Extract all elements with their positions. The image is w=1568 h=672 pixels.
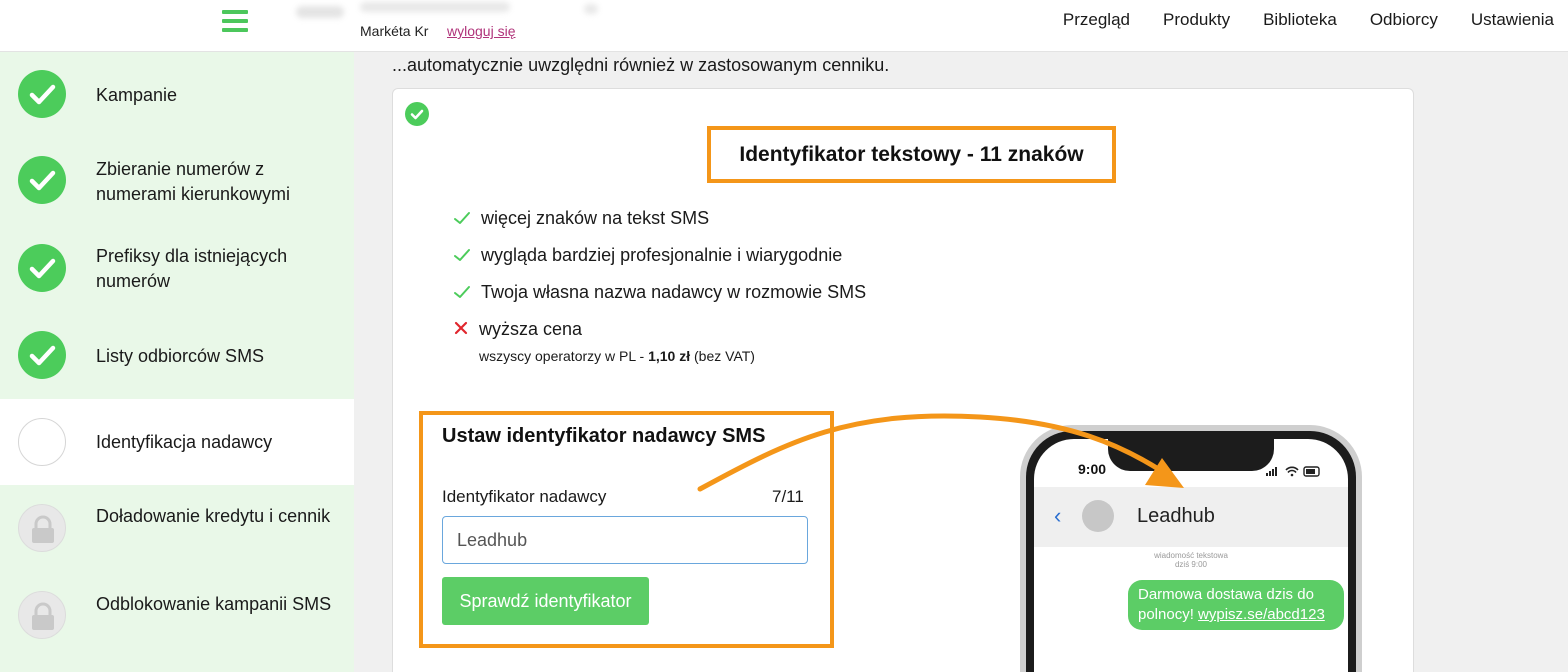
check-icon [18,156,66,204]
lock-icon [18,504,66,552]
intro-text: ...automatycznie uwzględni również w zas… [392,55,890,75]
sidebar-item-label: Identyfikacja nadawcy [96,432,273,452]
message-bubble: Darmowa dostawa dzis do polnocy! wypisz.… [1128,580,1344,630]
sidebar-item-listy[interactable]: Listy odbiorców SMS [0,313,354,399]
logout-link[interactable]: wyloguj się [447,23,515,39]
feature-text: wygląda bardziej profesjonalnie i wiaryg… [481,245,843,265]
check-icon [18,70,66,118]
menu-icon[interactable] [222,10,248,32]
user-name: Markéta Kr [360,23,429,39]
phone-notch [1108,439,1274,471]
avatar [1082,500,1114,532]
nav-odbiorcy[interactable]: Odbiorcy [1370,10,1438,30]
sender-id-label: Identyfikator nadawcy [442,487,607,506]
sidebar-item-zbieranie[interactable]: Zbieranie numerów z numerami kierunkowym… [0,139,354,226]
sidebar-item-label: Kampanie [96,85,178,105]
sender-id-input[interactable] [442,516,808,564]
phone-time: 9:00 [1078,461,1107,477]
empty-circle-icon [18,418,66,466]
phone-screen: 9:00 ‹ Leadhub wiadomość tekstowa dziś 9… [1034,439,1348,672]
price-prefix: wszyscy operatorzy w PL - [479,348,649,364]
chat-header: ‹ Leadhub [1034,487,1348,547]
blurred-logo [296,6,344,18]
phone-status-icons [1266,466,1320,477]
message-meta: wiadomość tekstowa dziś 9:00 [1034,551,1348,569]
char-counter: 7/11 [772,487,804,506]
check-sender-id-button[interactable]: Sprawdź identyfikator [442,577,649,625]
chevron-left-icon: ‹ [1054,503,1062,528]
check-icon [18,244,66,292]
phone-preview: 9:00 ‹ Leadhub wiadomość tekstowa dziś 9… [1020,425,1362,672]
nav-przeglad[interactable]: Przegląd [1063,10,1130,30]
blurred-account [360,2,510,12]
sidebar-item-label: Doładowanie kredytu i cennik [96,506,331,526]
cross-icon [454,321,468,335]
check-icon [454,286,470,298]
nav-biblioteka[interactable]: Biblioteka [1263,10,1337,30]
check-icon [405,102,429,126]
check-icon [454,249,470,261]
blurred-indicator [584,4,598,14]
feature-text: Twoja własna nazwa nadawcy w rozmowie SM… [481,282,867,302]
price-note: wszyscy operatorzy w PL - 1,10 zł (bez V… [479,348,755,364]
check-icon [454,212,470,224]
lock-icon [18,591,66,639]
main-nav: Przegląd Produkty Biblioteka Odbiorcy Us… [1063,10,1554,30]
nav-produkty[interactable]: Produkty [1163,10,1230,30]
chat-sender-name: Leadhub [1137,505,1215,527]
form-title: Ustaw identyfikator nadawcy SMS [442,425,766,447]
card-title-text: Identyfikator tekstowy - 11 znaków [739,142,1084,166]
feature-text: wyższa cena [479,319,583,339]
sidebar-item-label: Odblokowanie kampanii SMS [96,594,332,614]
feature-text: więcej znaków na tekst SMS [481,208,710,228]
message-meta-time: dziś 9:00 [1174,560,1208,569]
check-icon [18,331,66,379]
sidebar-item-label: Prefiksy dla istniejących numerów [96,246,288,291]
message-link: wypisz.se/abcd123 [1198,606,1325,623]
sidebar-item-doladowanie[interactable]: Doładowanie kredytu i cennik [0,485,354,573]
price-suffix: (bez VAT) [690,348,755,364]
price-value: 1,10 zł [648,348,691,364]
sidebar-item-label: Zbieranie numerów z numerami kierunkowym… [96,159,291,204]
top-bar: Markéta Kr wyloguj się Przegląd Produkty… [0,0,1568,52]
sidebar-item-odblokowanie[interactable]: Odblokowanie kampanii SMS [0,573,354,672]
sidebar-item-identyfikacja[interactable]: Identyfikacja nadawcy [0,399,354,485]
sidebar-item-label: Listy odbiorców SMS [96,346,265,366]
steps-sidebar: Kampanie Zbieranie numerów z numerami ki… [0,52,354,672]
sidebar-item-kampanie[interactable]: Kampanie [0,52,354,139]
card-title: Identyfikator tekstowy - 11 znaków [707,126,1116,183]
message-meta-type: wiadomość tekstowa [1154,551,1228,560]
sidebar-item-prefiksy[interactable]: Prefiksy dla istniejących numerów [0,226,354,313]
nav-ustawienia[interactable]: Ustawienia [1471,10,1554,30]
